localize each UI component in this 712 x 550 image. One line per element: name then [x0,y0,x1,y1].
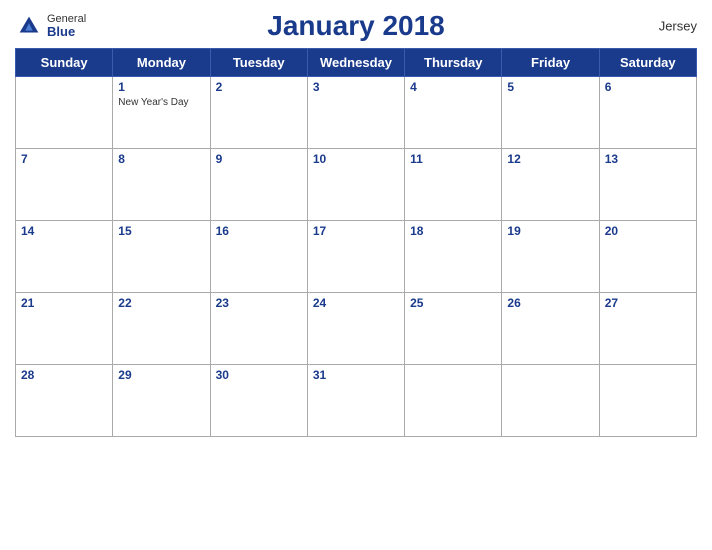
calendar-cell: 27 [599,293,696,365]
calendar-cell [405,365,502,437]
day-number: 30 [216,368,302,382]
calendar-cell: 10 [307,149,404,221]
calendar-cell [16,77,113,149]
calendar-cell: 4 [405,77,502,149]
calendar-cell: 29 [113,365,210,437]
week-row-5: 28 29 30 31 [16,365,697,437]
day-number: 6 [605,80,691,94]
day-number: 21 [21,296,107,310]
calendar-title: January 2018 [267,10,444,42]
logo: General Blue [15,12,86,40]
calendar-cell: 13 [599,149,696,221]
weekday-header-sunday: Sunday [16,49,113,77]
week-row-2: 789 10 11 12 13 [16,149,697,221]
day-number: 18 [410,224,496,238]
weekday-header-friday: Friday [502,49,599,77]
calendar-cell: 17 [307,221,404,293]
calendar-cell: 15 [113,221,210,293]
calendar-cell: 8 [113,149,210,221]
day-number: 4 [410,80,496,94]
week-row-3: 14 15 16 17 18 19 20 [16,221,697,293]
calendar-cell: 16 [210,221,307,293]
logo-icon [15,12,43,40]
calendar-cell: 24 [307,293,404,365]
calendar-cell: 20 [599,221,696,293]
weekday-header-row: SundayMondayTuesdayWednesdayThursdayFrid… [16,49,697,77]
day-number: 2 [216,80,302,94]
day-number: 8 [118,152,204,166]
weekday-header-saturday: Saturday [599,49,696,77]
week-row-1: 1 New Year's Day 23456 [16,77,697,149]
holiday-label: New Year's Day [118,96,204,109]
calendar-cell [502,365,599,437]
day-number: 1 [118,80,204,94]
calendar-cell: 11 [405,149,502,221]
calendar-cell: 9 [210,149,307,221]
calendar-cell: 23 [210,293,307,365]
day-number: 13 [605,152,691,166]
day-number: 10 [313,152,399,166]
calendar-body: 1New Year's Day2345678910111213141516171… [16,77,697,437]
day-number: 20 [605,224,691,238]
day-number: 27 [605,296,691,310]
calendar-cell: 6 [599,77,696,149]
day-number: 28 [21,368,107,382]
day-number: 3 [313,80,399,94]
weekday-header-tuesday: Tuesday [210,49,307,77]
day-number: 26 [507,296,593,310]
calendar-cell: 5 [502,77,599,149]
calendar-cell: 3 [307,77,404,149]
day-number: 15 [118,224,204,238]
logo-blue-text: Blue [47,25,86,39]
calendar-table: SundayMondayTuesdayWednesdayThursdayFrid… [15,48,697,437]
day-number: 19 [507,224,593,238]
day-number: 12 [507,152,593,166]
calendar-cell: 14 [16,221,113,293]
day-number: 16 [216,224,302,238]
day-number: 23 [216,296,302,310]
week-row-4: 21 22 23 24 25 26 27 [16,293,697,365]
calendar-cell: 1 New Year's Day [113,77,210,149]
calendar-cell: 19 [502,221,599,293]
day-number: 9 [216,152,302,166]
weekday-header-monday: Monday [113,49,210,77]
calendar-cell: 30 [210,365,307,437]
calendar-cell: 2 [210,77,307,149]
weekday-header-thursday: Thursday [405,49,502,77]
calendar-header: General Blue January 2018 Jersey [15,10,697,42]
day-number: 25 [410,296,496,310]
calendar-cell: 31 [307,365,404,437]
weekday-header-wednesday: Wednesday [307,49,404,77]
day-number: 11 [410,152,496,166]
calendar-cell: 12 [502,149,599,221]
calendar-cell: 22 [113,293,210,365]
calendar-cell: 18 [405,221,502,293]
day-number: 5 [507,80,593,94]
calendar-cell: 26 [502,293,599,365]
calendar-cell: 25 [405,293,502,365]
day-number: 22 [118,296,204,310]
day-number: 29 [118,368,204,382]
calendar-cell: 7 [16,149,113,221]
day-number: 24 [313,296,399,310]
logo-text: General Blue [47,13,86,39]
calendar-cell: 28 [16,365,113,437]
day-number: 14 [21,224,107,238]
calendar-cell: 21 [16,293,113,365]
region-label: Jersey [659,19,697,34]
day-number: 17 [313,224,399,238]
day-number: 31 [313,368,399,382]
day-number: 7 [21,152,107,166]
calendar-cell [599,365,696,437]
